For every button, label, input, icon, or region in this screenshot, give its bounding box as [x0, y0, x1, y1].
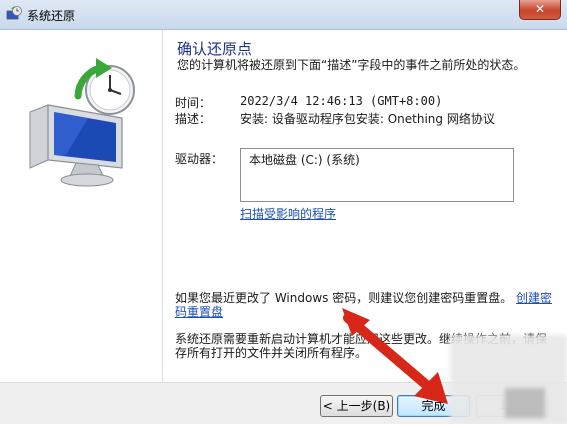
window-title: 系统还原 — [27, 9, 76, 23]
blur-overlay — [505, 388, 545, 418]
back-button[interactable]: < 上一步(B) — [320, 395, 393, 417]
content-pane: 确认还原点 您的计算机将被还原到下面“描述”字段中的事件之前所处的状态。 时间：… — [163, 30, 567, 382]
list-item[interactable]: 本地磁盘 (C:) (系统) — [249, 151, 505, 168]
password-note: 如果您最近更改了 Windows 密码，则建议您创建密码重置盘。 创建密码重置盘 — [175, 291, 555, 319]
illustration-pane — [0, 30, 162, 382]
time-label: 时间： — [175, 96, 212, 110]
title-bar: 系统还原 ✕ — [0, 0, 567, 30]
time-value: 2022/3/4 12:46:13 (GMT+8:00) — [240, 94, 443, 108]
password-note-text: 如果您最近更改了 Windows 密码，则建议您创建密码重置盘。 — [175, 291, 513, 305]
scan-affected-programs-link[interactable]: 扫描受影响的程序 — [240, 205, 336, 222]
description-label: 描述： — [175, 112, 212, 126]
close-icon: ✕ — [534, 2, 546, 16]
drives-label: 驱动器： — [175, 152, 224, 166]
description-value: 安装: 设备驱动程序包安装: Onething 网络协议 — [240, 112, 495, 126]
close-button[interactable]: ✕ — [519, 0, 561, 20]
system-restore-icon — [6, 6, 22, 20]
page-description: 您的计算机将被还原到下面“描述”字段中的事件之前所处的状态。 — [177, 58, 526, 72]
drives-list[interactable]: 本地磁盘 (C:) (系统) — [240, 148, 514, 202]
page-title: 确认还原点 — [177, 40, 253, 58]
computer-clock-restore-icon — [29, 58, 135, 187]
